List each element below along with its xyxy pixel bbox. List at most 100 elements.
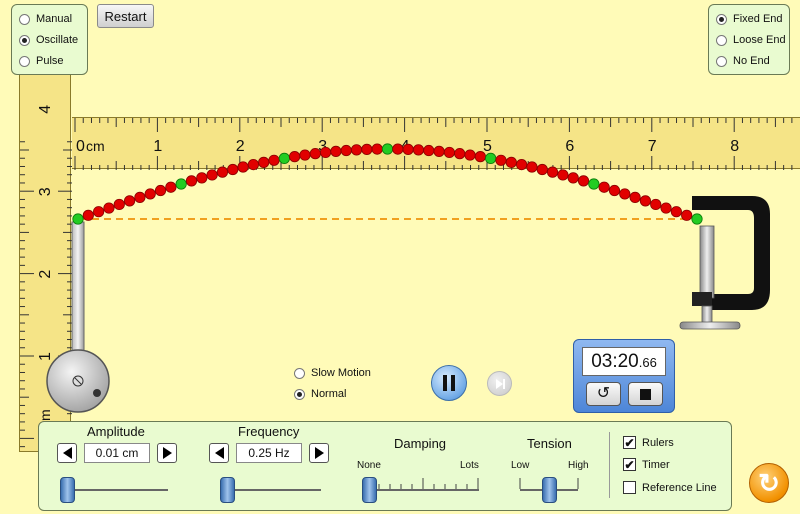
string-bead [134, 191, 146, 203]
radio-indicator [294, 388, 305, 400]
tension-min-label: Low [511, 460, 530, 471]
step-icon-bar [503, 379, 505, 389]
tension-label: Tension [527, 436, 572, 451]
restart-button[interactable]: Restart [97, 4, 154, 28]
string-bead-marker [175, 178, 187, 190]
string-bead [619, 188, 631, 200]
frequency-value[interactable]: 0.25 Hz [236, 443, 302, 463]
oscillator-rod [71, 221, 85, 363]
step-button[interactable] [487, 371, 512, 396]
end-none-radio[interactable]: No End [716, 55, 770, 67]
timer-display: 03:20 .66 [582, 347, 666, 376]
string-bead [670, 206, 682, 218]
string-bead [154, 184, 167, 197]
clamp [679, 196, 770, 330]
frequency-slider-track[interactable] [223, 489, 321, 491]
damping-slider-thumb[interactable] [362, 477, 377, 503]
timer-main: 03:20 [591, 351, 639, 372]
string-bead [82, 209, 94, 221]
wheel-knob [93, 389, 101, 397]
left-arrow-icon [62, 447, 72, 459]
ruler-tick-label: 5 [483, 138, 492, 155]
ruler-tick-label: 4 [401, 138, 410, 155]
string-bead [144, 188, 156, 200]
reference-line-checkbox[interactable]: Reference Line [623, 481, 717, 494]
timer-panel[interactable]: 03:20 .66 ↺ [573, 339, 675, 413]
string-bead [598, 181, 610, 193]
radio-indicator [294, 367, 305, 379]
pause-icon [443, 375, 447, 391]
checkmark-icon: ✔ [623, 435, 636, 450]
end-loose-radio[interactable]: Loose End [716, 34, 786, 46]
string-bead [650, 198, 662, 211]
reset-all-button[interactable]: ↻ [749, 463, 789, 503]
end-fixed-label: Fixed End [733, 13, 783, 25]
radio-indicator [716, 13, 727, 25]
timer-label: Timer [642, 458, 670, 471]
ruler-tick-label: 1 [37, 352, 54, 361]
timer-reset-button[interactable]: ↺ [586, 382, 621, 406]
normal-speed-radio[interactable]: Normal [294, 388, 346, 400]
string-bead [103, 202, 115, 214]
string-bead [165, 181, 177, 193]
left-arrow-icon [214, 447, 224, 459]
checkmark-icon: ✔ [623, 457, 636, 472]
frequency-increase-button[interactable] [309, 443, 329, 463]
slow-motion-radio[interactable]: Slow Motion [294, 367, 371, 379]
string-bead [93, 206, 105, 218]
mode-pulse-label: Pulse [36, 55, 64, 67]
mode-pulse-radio[interactable]: Pulse [19, 55, 64, 67]
mode-oscillate-label: Oscillate [36, 34, 79, 46]
string-bead-marker [691, 213, 703, 225]
amplitude-increase-button[interactable] [157, 443, 177, 463]
pause-button[interactable] [431, 365, 467, 401]
frequency-slider-thumb[interactable] [220, 477, 235, 503]
string-bead-marker [588, 178, 600, 190]
amplitude-value[interactable]: 0.01 cm [84, 443, 150, 463]
frequency-decrease-button[interactable] [209, 443, 229, 463]
radio-indicator [19, 55, 30, 67]
checkbox-box [623, 481, 636, 494]
string-bead [196, 172, 208, 184]
slow-motion-label: Slow Motion [311, 367, 371, 379]
damping-ticks [367, 478, 479, 489]
string-bead [639, 195, 652, 207]
string-bead [123, 195, 136, 207]
horizontal-ruler[interactable]: 0 1 2 3 4 5 6 7 8 cm [72, 117, 800, 170]
damping-label: Damping [394, 436, 447, 451]
ruler-tick-label: 1 [153, 138, 162, 155]
ruler-unit-label: cm [86, 138, 105, 154]
end-fixed-radio[interactable]: Fixed End [716, 13, 783, 25]
mode-manual-label: Manual [36, 13, 73, 25]
amplitude-decrease-button[interactable] [57, 443, 77, 463]
radio-indicator [716, 34, 727, 46]
damping-min-label: None [357, 460, 381, 471]
string-bead [113, 198, 125, 211]
right-arrow-icon [162, 447, 172, 459]
normal-speed-label: Normal [311, 388, 347, 400]
mode-manual-radio[interactable]: Manual [19, 13, 72, 25]
tension-slider-thumb[interactable] [542, 477, 557, 503]
rulers-label: Rulers [642, 436, 674, 449]
tension-max-label: High [568, 460, 589, 471]
control-panel: Amplitude 0.01 cm Frequency 0.25 Hz Damp… [38, 421, 732, 511]
string-bead [660, 202, 672, 214]
ruler-tick-label: 7 [648, 138, 657, 155]
mode-oscillate-radio[interactable]: Oscillate [19, 34, 78, 46]
radio-indicator [19, 13, 30, 25]
string-bead [681, 209, 693, 221]
step-icon [496, 379, 503, 389]
amplitude-label: Amplitude [87, 424, 145, 439]
ruler-tick-label: 0 [76, 138, 85, 155]
amplitude-slider-track[interactable] [63, 489, 168, 491]
amplitude-slider-thumb[interactable] [60, 477, 75, 503]
timer-stop-button[interactable] [628, 382, 663, 406]
string-bead-marker [72, 213, 84, 225]
ruler-tick-label: 2 [236, 138, 245, 155]
string-bead [206, 169, 218, 181]
vertical-ruler[interactable]: 1 2 3 4 cm [19, 72, 72, 452]
stop-icon [640, 388, 651, 400]
timer-checkbox[interactable]: ✔ Timer [623, 458, 670, 471]
string-bead [629, 191, 641, 203]
rulers-checkbox[interactable]: ✔ Rulers [623, 436, 674, 449]
